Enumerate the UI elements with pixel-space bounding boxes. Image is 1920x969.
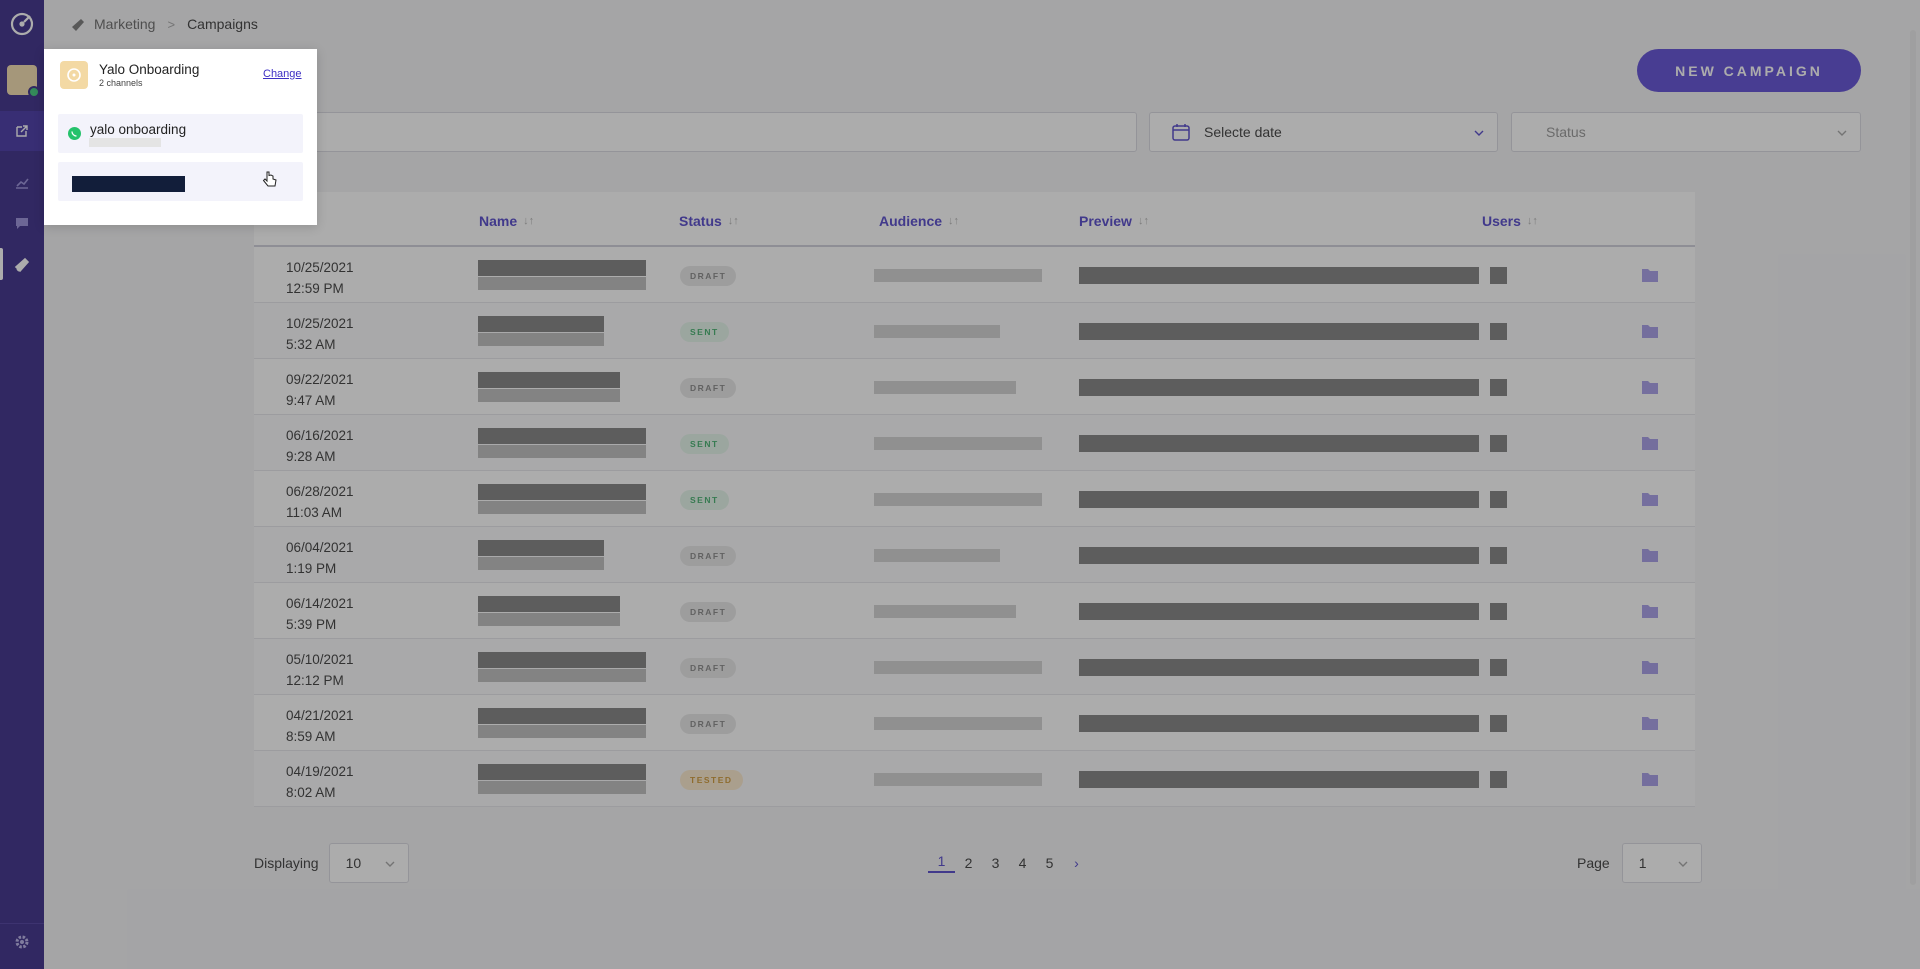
hand-cursor-icon [262,171,277,187]
account-name: Yalo Onboarding [99,62,200,77]
channels-count: 2 channels [99,78,143,88]
scrollbar[interactable] [1910,30,1916,885]
change-account-link[interactable]: Change [263,68,302,80]
account-switcher-popup: Yalo Onboarding 2 channels Change yalo o… [44,49,317,225]
channel-item[interactable]: yalo onboarding [58,114,303,153]
logo-icon [67,68,81,82]
channel-name-redacted [72,176,185,192]
channel-name: yalo onboarding [90,122,187,137]
account-avatar [60,61,88,89]
channel-subtitle-redacted [89,138,161,147]
whatsapp-icon [68,127,81,140]
